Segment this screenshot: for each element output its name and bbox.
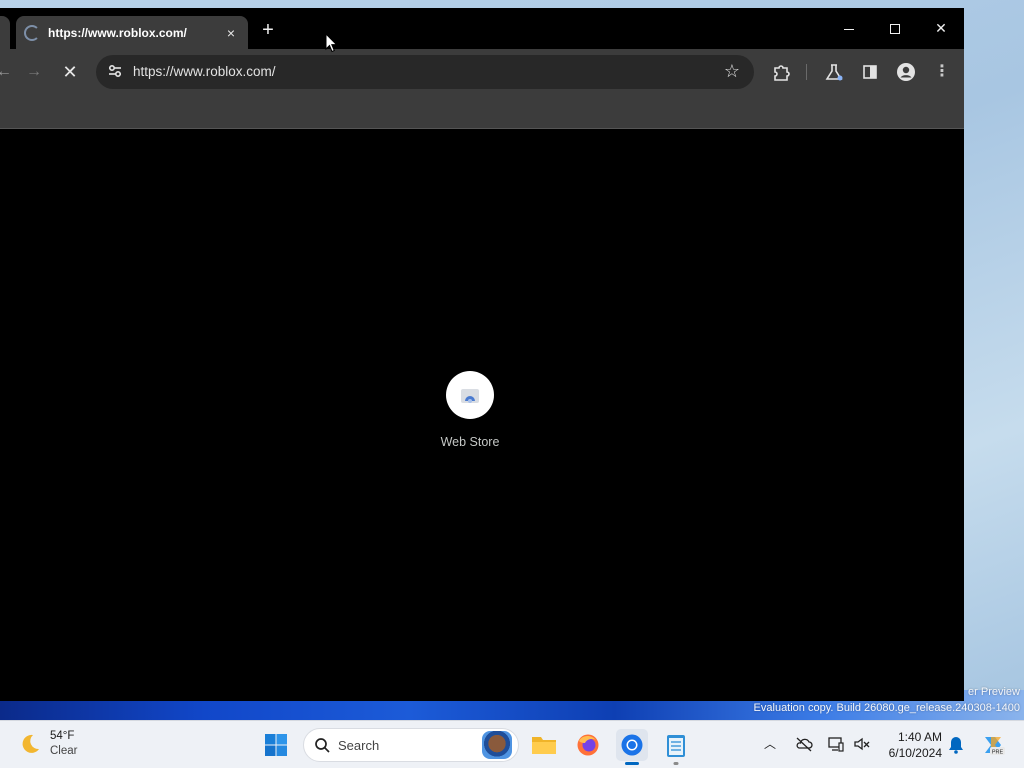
clock-time: 1:40 AM [897,730,942,744]
running-indicator [673,762,679,765]
mouse-cursor-icon [325,33,338,53]
profile-avatar-icon[interactable] [892,58,920,86]
minimize-button[interactable] [826,14,872,44]
stop-loading-button[interactable]: ✕ [56,58,84,86]
volume-muted-icon[interactable] [853,735,871,753]
toolbar-separator [806,64,807,80]
minimize-icon [844,28,854,30]
network-display-icon[interactable] [827,735,845,753]
firefox-icon [577,734,599,756]
folder-icon [532,737,556,754]
notepad-button[interactable] [660,729,692,765]
side-panel-icon[interactable] [856,58,884,86]
web-store-icon [446,371,494,419]
weather-temperature: 54°F [50,730,75,742]
chrome-button[interactable] [616,729,648,765]
taskbar: 54°F Clear Search ︿ 1:40 AM 6/10/2024 PR… [0,720,1024,768]
onedrive-offline-icon[interactable] [795,735,813,753]
weather-widget[interactable]: 54°F Clear [18,729,77,759]
windows-start-icon[interactable] [264,733,288,757]
watermark-line-2: Evaluation copy. Build 26080.ge_release.… [753,702,1020,714]
previous-tab-stub[interactable] [0,16,10,50]
back-button[interactable]: ← [0,58,18,86]
bookmark-star-icon[interactable]: ☆ [724,60,740,82]
loading-spinner-icon [24,24,40,41]
shortcut-web-store[interactable]: Web Store [425,371,515,449]
tab-roblox[interactable]: https://www.roblox.com/ × [16,16,248,49]
browser-menu-button[interactable]: ⋮ [928,58,956,86]
url-text[interactable]: https://www.roblox.com/ [133,64,276,79]
maximize-button[interactable] [872,14,918,44]
show-hidden-icons-chevron-icon[interactable]: ︿ [764,735,776,752]
notepad-icon [667,735,685,757]
tab-title: https://www.roblox.com/ [48,25,187,40]
browser-toolbar: ← → ✕ https://www.roblox.com/ ☆ ⋮ [0,49,964,95]
svg-text:PRE: PRE [992,749,1004,755]
close-window-button[interactable]: ✕ [918,14,964,44]
tab-strip: https://www.roblox.com/ × + ✕ [0,8,964,50]
page-content: Web Store [0,130,964,701]
crescent-moon-icon [22,734,39,753]
new-tab-button[interactable]: + [256,19,280,43]
maximize-icon [890,24,900,35]
labs-flask-icon[interactable] [820,58,848,86]
bookmarks-bar [0,95,964,129]
firefox-button[interactable] [572,729,604,761]
copilot-pre-icon[interactable]: PRE [981,733,1005,757]
search-placeholder: Search [338,738,380,753]
browser-window: https://www.roblox.com/ × + ✕ ← → ✕ http… [0,8,964,701]
search-icon [315,738,330,753]
notification-bell-icon[interactable] [948,736,964,754]
extensions-puzzle-icon[interactable] [767,58,795,86]
file-explorer-button[interactable] [528,729,560,761]
shortcut-label: Web Store [440,435,500,449]
watermark-line-1: er Preview [968,686,1020,698]
running-indicator [625,762,639,765]
search-highlight-illustration [482,731,512,759]
system-clock[interactable]: 1:40 AM 6/10/2024 [884,729,942,761]
address-bar[interactable]: https://www.roblox.com/ ☆ [96,55,754,89]
weather-condition: Clear [50,745,78,757]
clock-date: 6/10/2024 [888,746,942,760]
forward-button[interactable]: → [20,58,48,86]
tab-close-button[interactable]: × [222,25,240,41]
taskbar-search-box[interactable]: Search [303,728,519,762]
site-settings-icon[interactable] [106,62,124,80]
chrome-icon [621,734,643,756]
